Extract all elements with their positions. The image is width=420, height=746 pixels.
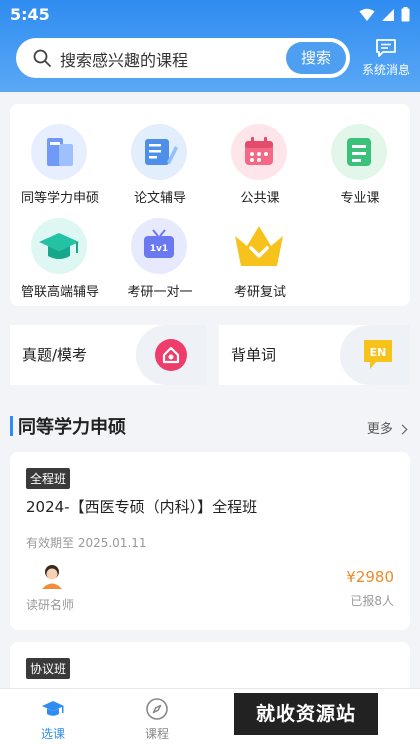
course-card[interactable]: 协议班 — [10, 642, 410, 688]
search-button[interactable]: 搜索 — [286, 42, 346, 74]
status-time: 5:45 — [10, 5, 50, 24]
tab-courses[interactable]: 课程 — [117, 689, 197, 746]
quick-link-label: 真题/模考 — [22, 346, 88, 364]
quick-link-vocabulary[interactable]: 背单词 EN — [219, 325, 410, 385]
category-item[interactable]: 同等学力申硕 — [10, 110, 110, 206]
tab-label: 选课 — [40, 727, 65, 741]
category-item[interactable]: 考研复试 — [210, 204, 310, 300]
tab-select-course[interactable]: 选课 — [13, 689, 93, 746]
quick-link-bubble: EN — [340, 325, 410, 385]
category-item[interactable]: 管联高端辅导 — [10, 204, 110, 300]
quick-link-label: 背单词 — [231, 346, 277, 364]
category-item[interactable]: 专业课 — [310, 110, 410, 206]
en-bubble-icon: EN — [364, 340, 392, 369]
tab-label: 课程 — [144, 727, 169, 741]
wifi-icon — [359, 8, 375, 21]
calendar-icon — [231, 124, 287, 180]
search-placeholder: 搜索感兴趣的课程 — [60, 51, 189, 70]
graduation-cap-icon — [31, 218, 87, 274]
quick-link-bubble — [136, 325, 206, 385]
search-input[interactable]: 搜索感兴趣的课程 搜索 — [16, 38, 350, 78]
course-enrolled-count: 已报8人 — [350, 594, 394, 608]
compass-icon — [146, 698, 168, 720]
section-title-accent — [10, 416, 13, 436]
category-item[interactable]: 论文辅导 — [110, 110, 210, 206]
more-label: 更多 — [366, 422, 393, 437]
course-title: 2024-【西医专硕（内科）】全程班 — [26, 498, 258, 516]
teacher-name: 读研名师 — [26, 598, 75, 612]
category-label: 专业课 — [340, 191, 380, 206]
category-label: 管联高端辅导 — [20, 285, 99, 300]
system-message-button[interactable]: 系统消息 — [356, 38, 416, 78]
status-icons — [359, 7, 410, 22]
document-icon — [331, 124, 387, 180]
course-price: ¥2980 — [346, 568, 394, 586]
course-valid-until: 有效期至 2025.01.11 — [26, 536, 147, 550]
watermark-overlay: 就收资源站 — [234, 693, 378, 735]
system-message-label: 系统消息 — [361, 63, 410, 77]
section-title: 同等学力申硕 — [18, 417, 126, 438]
chevron-right-icon — [397, 424, 408, 435]
course-tag: 协议班 — [26, 658, 71, 679]
graduation-cap-icon — [42, 701, 64, 716]
course-card[interactable]: 全程班 2024-【西医专硕（内科）】全程班 有效期至 2025.01.11 读… — [10, 452, 410, 630]
en-badge-text: EN — [370, 346, 387, 359]
battery-icon — [401, 7, 410, 22]
teacher-avatar — [42, 565, 62, 589]
crown-icon — [231, 218, 287, 274]
course-tag: 全程班 — [26, 468, 71, 489]
more-link[interactable]: 更多 — [366, 418, 408, 437]
signal-icon — [382, 8, 394, 21]
notebook-pen-icon — [131, 124, 187, 180]
category-item[interactable]: 公共课 — [210, 110, 310, 206]
category-grid: 同等学力申硕 论文辅导 公共课 专业课 管联高端辅导 1v1 考研一对一 考研复… — [10, 104, 410, 306]
status-bar: 5:45 — [0, 0, 420, 28]
books-icon — [31, 124, 87, 180]
tv-1v1-icon: 1v1 — [131, 218, 187, 274]
message-icon — [376, 39, 396, 57]
category-item[interactable]: 1v1 考研一对一 — [110, 204, 210, 300]
mock-exam-icon — [155, 339, 187, 371]
category-label: 考研复试 — [233, 285, 286, 300]
svg-text:1v1: 1v1 — [150, 244, 168, 254]
quick-link-mock-exam[interactable]: 真题/模考 — [10, 325, 206, 385]
search-icon — [33, 49, 51, 67]
app-header: 5:45 搜索感兴趣的课程 搜索 系统消息 — [0, 0, 420, 92]
category-label: 考研一对一 — [127, 285, 193, 300]
